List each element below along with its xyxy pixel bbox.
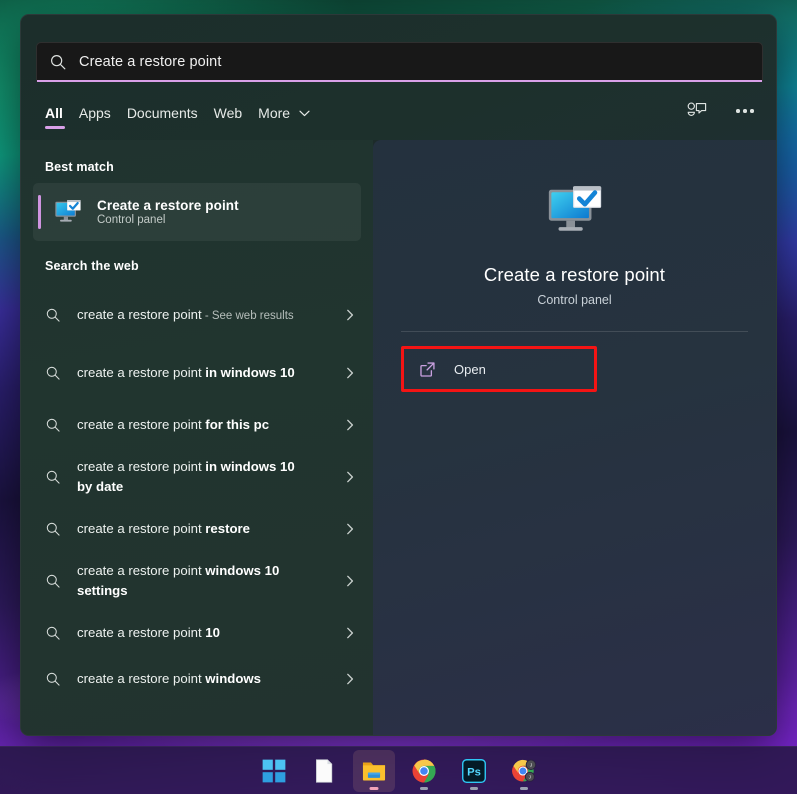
chrome-app[interactable] bbox=[403, 750, 445, 792]
chevron-right-icon bbox=[347, 673, 354, 685]
list-item-label: create a restore point - See web results bbox=[77, 306, 294, 322]
search-the-web-heading: Search the web bbox=[45, 259, 139, 273]
best-match-subtitle: Control panel bbox=[97, 214, 166, 226]
preview-divider bbox=[401, 331, 748, 332]
chevron-right-icon bbox=[347, 523, 354, 535]
list-item-label: create a restore point restore bbox=[77, 521, 251, 536]
photoshop-app[interactable]: Ps bbox=[453, 750, 495, 792]
list-item[interactable]: create a restore point - See web results bbox=[21, 286, 373, 344]
photoshop-icon: Ps bbox=[461, 758, 486, 783]
best-match-heading: Best match bbox=[45, 160, 114, 174]
chrome-profile-app[interactable]: J J bbox=[503, 750, 545, 792]
list-item[interactable]: create a restore point for this pc bbox=[21, 402, 373, 448]
search-icon bbox=[46, 366, 60, 380]
preview-actions: Open bbox=[401, 346, 748, 392]
file-explorer-app[interactable] bbox=[352, 749, 395, 792]
restore-point-icon bbox=[548, 186, 601, 231]
list-item[interactable]: create a restore point windows bbox=[21, 656, 373, 702]
document-icon bbox=[315, 758, 332, 783]
open-button-highlight: Open bbox=[401, 346, 597, 392]
list-item[interactable]: create a restore point in windows 10 by … bbox=[21, 448, 373, 506]
tab-more-label: More bbox=[258, 105, 291, 121]
chrome-profile-icon: J J bbox=[511, 758, 536, 782]
chevron-down-icon bbox=[299, 110, 310, 117]
header-actions bbox=[684, 98, 758, 124]
chevron-right-icon bbox=[347, 367, 354, 379]
search-icon bbox=[46, 574, 60, 588]
search-query-text: Create a restore point bbox=[79, 54, 222, 70]
list-item-label: create a restore point in windows 10 by … bbox=[77, 459, 295, 494]
web-suggestions-list: create a restore point - See web results… bbox=[21, 286, 373, 702]
feedback-icon[interactable] bbox=[684, 98, 710, 124]
tab-documents[interactable]: Documents bbox=[127, 101, 214, 131]
list-item-label: create a restore point in windows 10 bbox=[77, 365, 295, 380]
tab-web-label: Web bbox=[213, 105, 243, 121]
best-match-text: Create a restore point Control panel bbox=[97, 198, 239, 226]
open-button-label: Open bbox=[454, 361, 486, 377]
chevron-right-icon bbox=[347, 627, 354, 639]
best-match-result-create-a-restore-point[interactable]: Create a restore point Control panel bbox=[33, 183, 361, 241]
search-icon bbox=[51, 55, 66, 70]
desktop-wallpaper: Create a restore point All Apps Document… bbox=[0, 0, 797, 794]
search-icon bbox=[46, 418, 60, 432]
search-header: Create a restore point All Apps Document… bbox=[21, 15, 776, 140]
search-icon bbox=[46, 470, 60, 484]
search-icon bbox=[46, 522, 60, 536]
tab-more[interactable]: More bbox=[258, 101, 326, 131]
start-button[interactable] bbox=[253, 750, 295, 792]
list-item-label: create a restore point windows bbox=[77, 671, 261, 686]
running-indicator bbox=[419, 786, 428, 790]
document-app[interactable] bbox=[303, 750, 345, 792]
search-icon bbox=[46, 626, 60, 640]
list-item-label: create a restore point 10 bbox=[77, 625, 220, 640]
windows-search-flyout: Create a restore point All Apps Document… bbox=[20, 14, 777, 736]
tab-apps-label: Apps bbox=[78, 105, 111, 121]
results-list-pane: Best match Create a restore point Contro… bbox=[21, 140, 373, 735]
running-indicator bbox=[469, 786, 478, 790]
chevron-right-icon bbox=[347, 471, 354, 483]
restore-point-icon bbox=[55, 200, 81, 222]
windows-start-icon bbox=[262, 759, 285, 782]
more-options-icon[interactable] bbox=[732, 98, 758, 124]
tab-all-label: All bbox=[45, 105, 63, 121]
preview-title: Create a restore point bbox=[483, 264, 666, 285]
tab-all[interactable]: All bbox=[45, 101, 79, 131]
tab-documents-label: Documents bbox=[126, 105, 198, 121]
chevron-right-icon bbox=[347, 309, 354, 321]
running-indicator bbox=[519, 786, 528, 790]
best-match-title: Create a restore point bbox=[97, 198, 239, 213]
folder-icon bbox=[362, 762, 385, 781]
search-input[interactable]: Create a restore point bbox=[36, 42, 763, 82]
search-body: Best match Create a restore point Contro… bbox=[21, 140, 776, 735]
tab-web[interactable]: Web bbox=[214, 101, 259, 131]
open-button[interactable]: Open bbox=[407, 352, 591, 386]
chevron-right-icon bbox=[347, 419, 354, 431]
list-item-label: create a restore point windows 10 settin… bbox=[77, 563, 280, 598]
chrome-icon bbox=[412, 759, 435, 782]
svg-text:Ps: Ps bbox=[467, 766, 481, 778]
chevron-right-icon bbox=[347, 575, 354, 587]
list-item-label: create a restore point for this pc bbox=[77, 417, 270, 432]
ellipsis-glyph bbox=[736, 109, 754, 113]
search-filter-tabs: All Apps Documents Web More bbox=[45, 101, 326, 131]
search-icon bbox=[46, 308, 60, 322]
search-icon bbox=[46, 672, 60, 686]
taskbar: Ps J J bbox=[0, 746, 797, 794]
list-item[interactable]: create a restore point 10 bbox=[21, 610, 373, 656]
open-external-icon bbox=[420, 361, 435, 377]
list-item[interactable]: create a restore point in windows 10 bbox=[21, 344, 373, 402]
tab-apps[interactable]: Apps bbox=[79, 101, 127, 131]
active-indicator bbox=[369, 786, 378, 790]
preview-subtitle: Control panel bbox=[537, 293, 612, 307]
list-item[interactable]: create a restore point windows 10 settin… bbox=[21, 552, 373, 610]
preview-pane: Create a restore point Control panel Ope… bbox=[373, 140, 776, 735]
list-item[interactable]: create a restore point restore bbox=[21, 506, 373, 552]
